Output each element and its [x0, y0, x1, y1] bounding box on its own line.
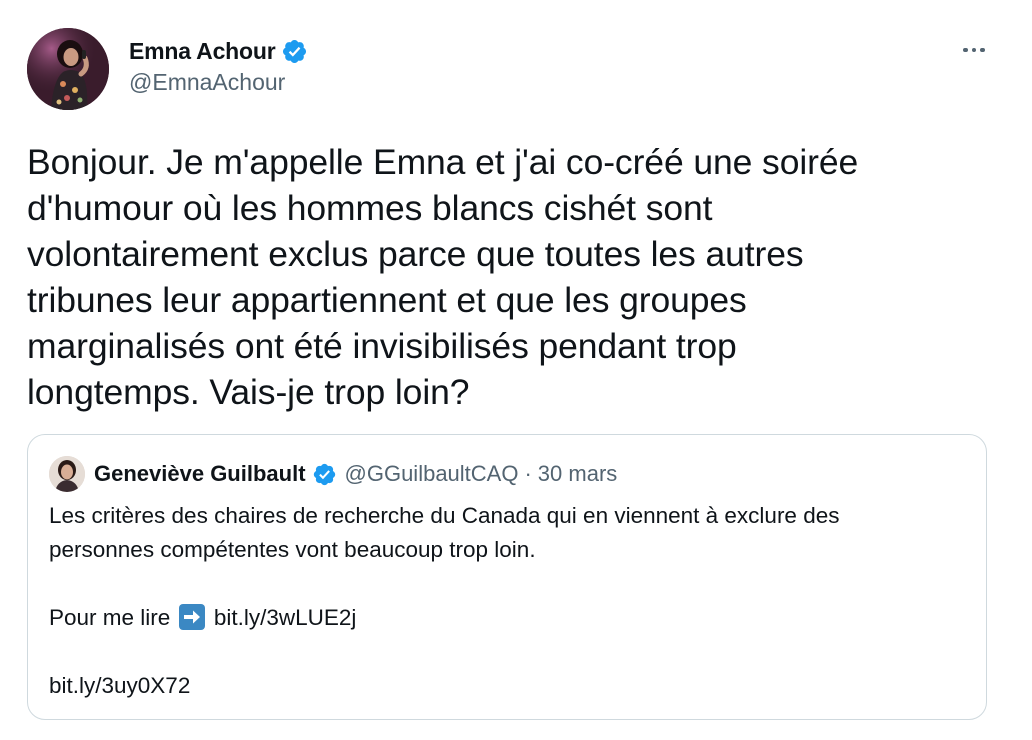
- quoted-text-spacer: [49, 567, 969, 601]
- tweet-card: Emna Achour @EmnaAchour Bonjour. Je m'ap…: [0, 0, 1032, 740]
- more-dot: [980, 47, 985, 53]
- author-name-row: Emna Achour: [129, 36, 308, 66]
- quoted-text-spacer: [49, 635, 969, 669]
- author-display-name[interactable]: Emna Achour: [129, 38, 276, 65]
- more-dot: [971, 47, 977, 53]
- quoted-text-line: personnes compétentes vont beaucoup trop…: [49, 537, 536, 562]
- avatar-photo-icon: [27, 28, 109, 110]
- quoted-text-line: Les critères des chaires de recherche du…: [49, 503, 840, 528]
- quoted-link-1[interactable]: bit.ly/3wLUE2j: [214, 605, 357, 630]
- quoted-tweet[interactable]: Geneviève Guilbault @GGuilbaultCAQ · 30 …: [27, 434, 987, 720]
- quoted-link-2[interactable]: bit.ly/3uy0X72: [49, 669, 969, 703]
- tweet-text: Bonjour. Je m'appelle Emna et j'ai co-cr…: [27, 142, 859, 412]
- quoted-author-avatar: [49, 456, 85, 492]
- quoted-text-prefix: Pour me lire: [49, 605, 171, 630]
- verified-badge-icon: [281, 38, 308, 65]
- more-horizontal-icon: [963, 47, 968, 53]
- quoted-tweet-header: Geneviève Guilbault @GGuilbaultCAQ · 30 …: [49, 456, 617, 492]
- more-options-button[interactable]: [956, 36, 992, 64]
- quoted-avatar-photo-icon: [49, 456, 85, 492]
- quoted-tweet-text: Les critères des chaires de recherche du…: [49, 499, 969, 703]
- quoted-author-handle: @GGuilbaultCAQ: [344, 461, 519, 486]
- quoted-date[interactable]: 30 mars: [538, 461, 617, 487]
- quoted-text-line: Pour me lire bit.ly/3wLUE2j: [49, 601, 969, 635]
- quoted-separator: ·: [524, 461, 532, 486]
- author-block: Emna Achour @EmnaAchour: [129, 36, 308, 96]
- author-handle[interactable]: @EmnaAchour: [129, 69, 308, 96]
- author-avatar[interactable]: [27, 28, 109, 110]
- right-arrow-emoji-icon: [178, 604, 205, 630]
- quoted-author-display-name: Geneviève Guilbault: [94, 461, 306, 486]
- quoted-verified-badge-icon: [312, 462, 337, 487]
